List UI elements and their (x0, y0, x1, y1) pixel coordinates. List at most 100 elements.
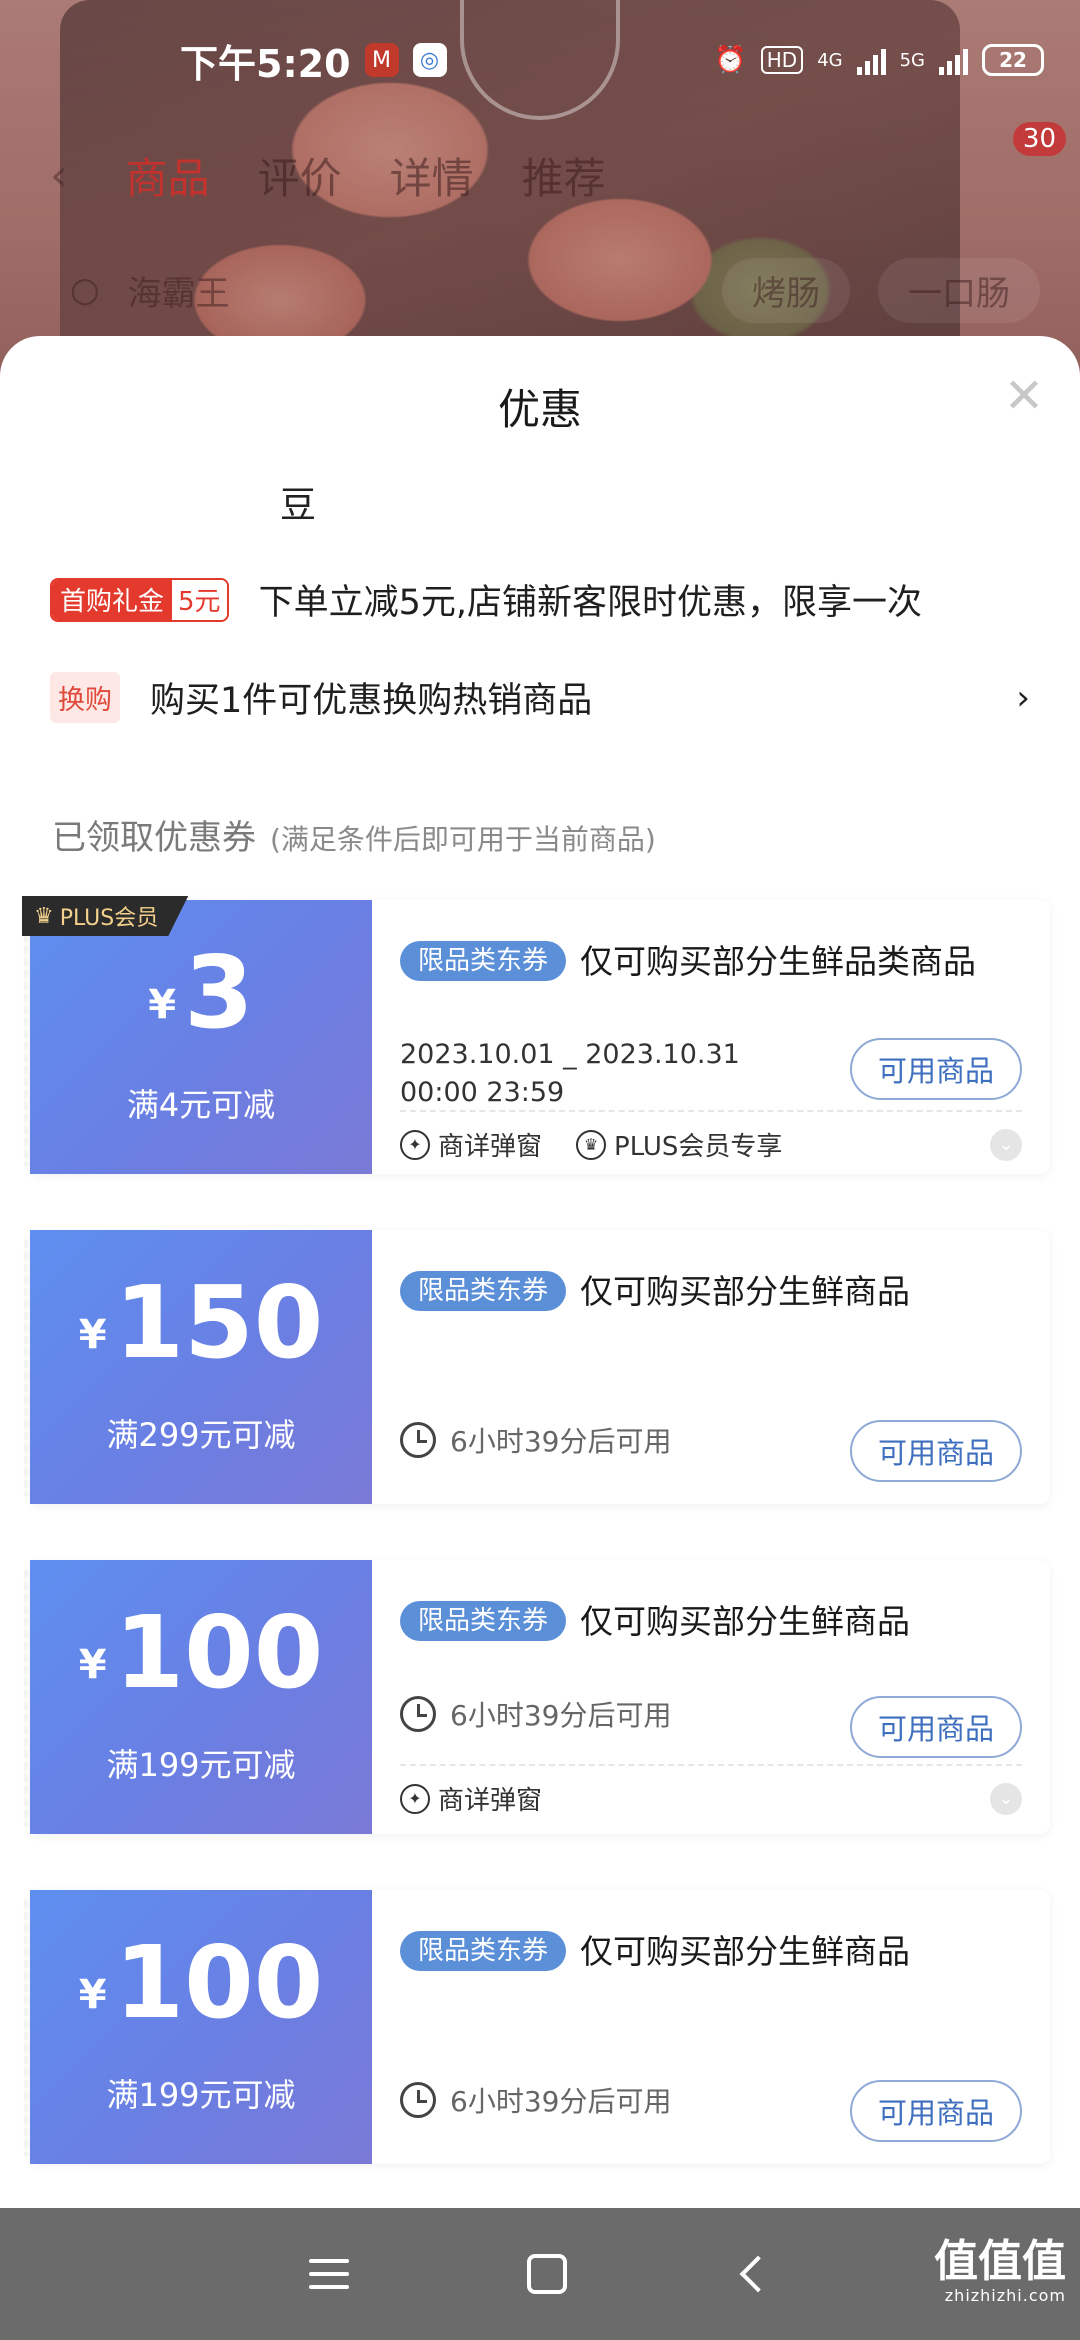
coupon-amount: ¥ 3 (30, 938, 372, 1048)
coupon-title: 仅可购买部分生鲜商品 (580, 1602, 911, 1641)
search-icon: ○ (70, 270, 100, 310)
battery-icon: 22 (982, 44, 1044, 76)
coupon-title: 仅可购买部分生鲜商品 (580, 1932, 911, 1971)
coupon-value: 100 (114, 1924, 324, 2041)
tab-goods[interactable]: 商品 (126, 145, 210, 206)
tab-recommend[interactable]: 推荐 (522, 145, 606, 206)
bean-text: 豆 (280, 485, 317, 526)
coupon-amount: ¥ 100 (30, 1598, 372, 1708)
coupon-value: 3 (184, 934, 254, 1051)
watermark-logo: 值值值 zhizhizhi.com (934, 2240, 1066, 2304)
tab-reviews[interactable]: 评价 (258, 145, 342, 206)
clock-icon (400, 1422, 436, 1458)
feature-item: ✦ 商详弹窗 (400, 1126, 542, 1163)
coupon-title-line: 限品类东券 仅可购买部分生鲜品类商品 (400, 938, 1022, 986)
coupon-card[interactable]: ♛ PLUS会员 ¥ 3 满4元可减 限品类东券 仅可购买部分生鲜品类商品 202… (22, 896, 1050, 1174)
sheet-title: 优惠 (497, 385, 582, 434)
crown-icon: ♛ (576, 1129, 607, 1160)
chip-sausage[interactable]: 烤肠 (722, 257, 850, 323)
yen-symbol: ¥ (78, 1972, 107, 2018)
coupon-condition: 满199元可减 (106, 2076, 296, 2114)
coupon-amount-panel: ¥ 100 满199元可减 (24, 1890, 372, 2164)
chip-bite-sausage[interactable]: 一口肠 (878, 257, 1040, 323)
back-arrow-icon[interactable]: ‹ (50, 150, 68, 201)
swap-text: 购买1件可优惠换购热销商品 (150, 681, 593, 721)
chevron-right-icon[interactable]: › (1016, 678, 1030, 718)
promo-first-purchase[interactable]: 首购礼金 5元 下单立减5元,店铺新客限时优惠，限享一次 (50, 574, 1030, 625)
feature-label: PLUS会员专享 (614, 1132, 783, 1162)
clock-icon (400, 1696, 436, 1732)
coupon-title: 仅可购买部分生鲜品类商品 (580, 942, 977, 981)
coupon-amount: ¥ 150 (30, 1268, 372, 1378)
coupon-info: 限品类东券 仅可购买部分生鲜商品 6小时39分后可用 可用商品 ✦ 商详弹窗 ⌄ (372, 1560, 1050, 1834)
coupon-info: 限品类东券 仅可购买部分生鲜商品 6小时39分后可用 可用商品 (372, 1230, 1050, 1504)
back-icon[interactable] (739, 2255, 777, 2293)
cart-count-badge[interactable]: 30 (1012, 122, 1066, 156)
coupon-card[interactable]: ¥ 150 满299元可减 限品类东券 仅可购买部分生鲜商品 6小时39分后可用 … (24, 1230, 1050, 1504)
coupon-card[interactable]: ¥ 100 满199元可减 限品类东券 仅可购买部分生鲜商品 6小时39分后可用 … (24, 1890, 1050, 2164)
available-products-button[interactable]: 可用商品 (850, 1038, 1022, 1100)
close-icon[interactable]: ✕ (1002, 372, 1046, 420)
first-purchase-text: 下单立减5元,店铺新客限时优惠，限享一次 (258, 583, 922, 623)
popup-icon: ✦ (400, 1129, 430, 1160)
coupon-amount-panel: ¥ 150 满299元可减 (24, 1230, 372, 1504)
swap-tag: 换购 (50, 672, 120, 723)
signal-5g-icon (939, 45, 968, 75)
coupon-amount: ¥ 100 (30, 1928, 372, 2038)
coupon-validity: 2023.10.01 _ 2023.10.31 00:00 23:59 (400, 1036, 740, 1112)
coupon-features: ✦ 商详弹窗 ⌄ (400, 1764, 1022, 1817)
product-tabs: ‹ 商品 评价 详情 推荐 (0, 120, 1080, 230)
popup-icon: ✦ (400, 1783, 430, 1814)
coupon-title-line: 限品类东券 仅可购买部分生鲜商品 (400, 1598, 1022, 1646)
first-purchase-tag: 首购礼金 5元 (50, 577, 229, 622)
coupon-features: ✦ 商详弹窗 ♛ PLUS会员专享 ⌄ (400, 1110, 1022, 1163)
network-5g-label: 5G (899, 49, 925, 71)
app-notification-icon-2: ◎ (412, 43, 447, 77)
available-products-button[interactable]: 可用商品 (850, 1696, 1022, 1758)
alarm-icon: ⏰ (714, 45, 747, 75)
category-coupon-tag: 限品类东券 (400, 941, 567, 981)
coupon-info: 限品类东券 仅可购买部分生鲜品类商品 2023.10.01 _ 2023.10.3… (372, 900, 1050, 1174)
status-indicators: ⏰ HD 4G 5G 22 (714, 44, 1044, 76)
coupon-time-range: 00:00 23:59 (400, 1077, 565, 1108)
coupon-countdown: 6小时39分后可用 (400, 1420, 671, 1460)
feature-item: ✦ 商详弹窗 (400, 1780, 542, 1817)
countdown-text: 6小时39分后可用 (450, 1699, 672, 1732)
coupon-condition: 满199元可减 (106, 1746, 296, 1784)
offers-sheet: 优惠 ✕ 豆 首购礼金 5元 下单立减5元,店铺新客限时优惠，限享一次 换购 购… (0, 336, 1080, 2208)
menu-icon[interactable] (309, 2259, 349, 2289)
expand-icon[interactable]: ⌄ (990, 1782, 1022, 1815)
available-products-button[interactable]: 可用商品 (850, 2080, 1022, 2142)
navigation-bar (0, 2208, 1080, 2340)
clock-icon (400, 2082, 436, 2118)
promo-swap-purchase[interactable]: 换购 购买1件可优惠换购热销商品 › (50, 672, 1030, 723)
network-4g-label: 4G (817, 49, 843, 71)
section-subtitle: (满足条件后即可用于当前商品) (270, 823, 656, 856)
coupon-title-line: 限品类东券 仅可购买部分生鲜商品 (400, 1928, 1022, 1976)
coupon-title-line: 限品类东券 仅可购买部分生鲜商品 (400, 1268, 1022, 1316)
countdown-text: 6小时39分后可用 (450, 1425, 672, 1458)
plus-member-badge: ♛ PLUS会员 (22, 896, 189, 936)
first-purchase-tag-label: 首购礼金 (52, 579, 173, 620)
coupon-date-range: 2023.10.01 _ 2023.10.31 (400, 1039, 740, 1070)
app-notification-icon: M (364, 43, 399, 77)
coupon-card[interactable]: ¥ 100 满199元可减 限品类东券 仅可购买部分生鲜商品 6小时39分后可用 … (24, 1560, 1050, 1834)
coupon-value: 150 (114, 1264, 324, 1381)
yen-symbol: ¥ (78, 1642, 107, 1688)
first-purchase-tag-value: 5元 (172, 579, 227, 620)
expand-icon[interactable]: ⌄ (990, 1128, 1022, 1161)
home-icon[interactable] (527, 2254, 567, 2294)
section-title: 已领取优惠券 (52, 818, 256, 858)
coupon-info: 限品类东券 仅可购买部分生鲜商品 6小时39分后可用 可用商品 (372, 1890, 1050, 2164)
watermark-url: zhizhizhi.com (944, 2286, 1066, 2305)
tab-details[interactable]: 详情 (390, 145, 474, 206)
crown-icon: ♛ (34, 903, 54, 929)
search-bar[interactable]: ○ 海霸王 烤肠 一口肠 (0, 240, 1080, 340)
yen-symbol: ¥ (148, 982, 177, 1028)
category-coupon-tag: 限品类东券 (400, 1931, 567, 1971)
plus-badge-label: PLUS会员 (59, 906, 159, 931)
available-products-button[interactable]: 可用商品 (850, 1420, 1022, 1482)
status-bar: 下午5:20 M ◎ ⏰ HD 4G 5G 22 (0, 0, 1080, 120)
watermark-text: 值值值 (934, 2236, 1066, 2287)
coupon-countdown: 6小时39分后可用 (400, 2080, 671, 2120)
